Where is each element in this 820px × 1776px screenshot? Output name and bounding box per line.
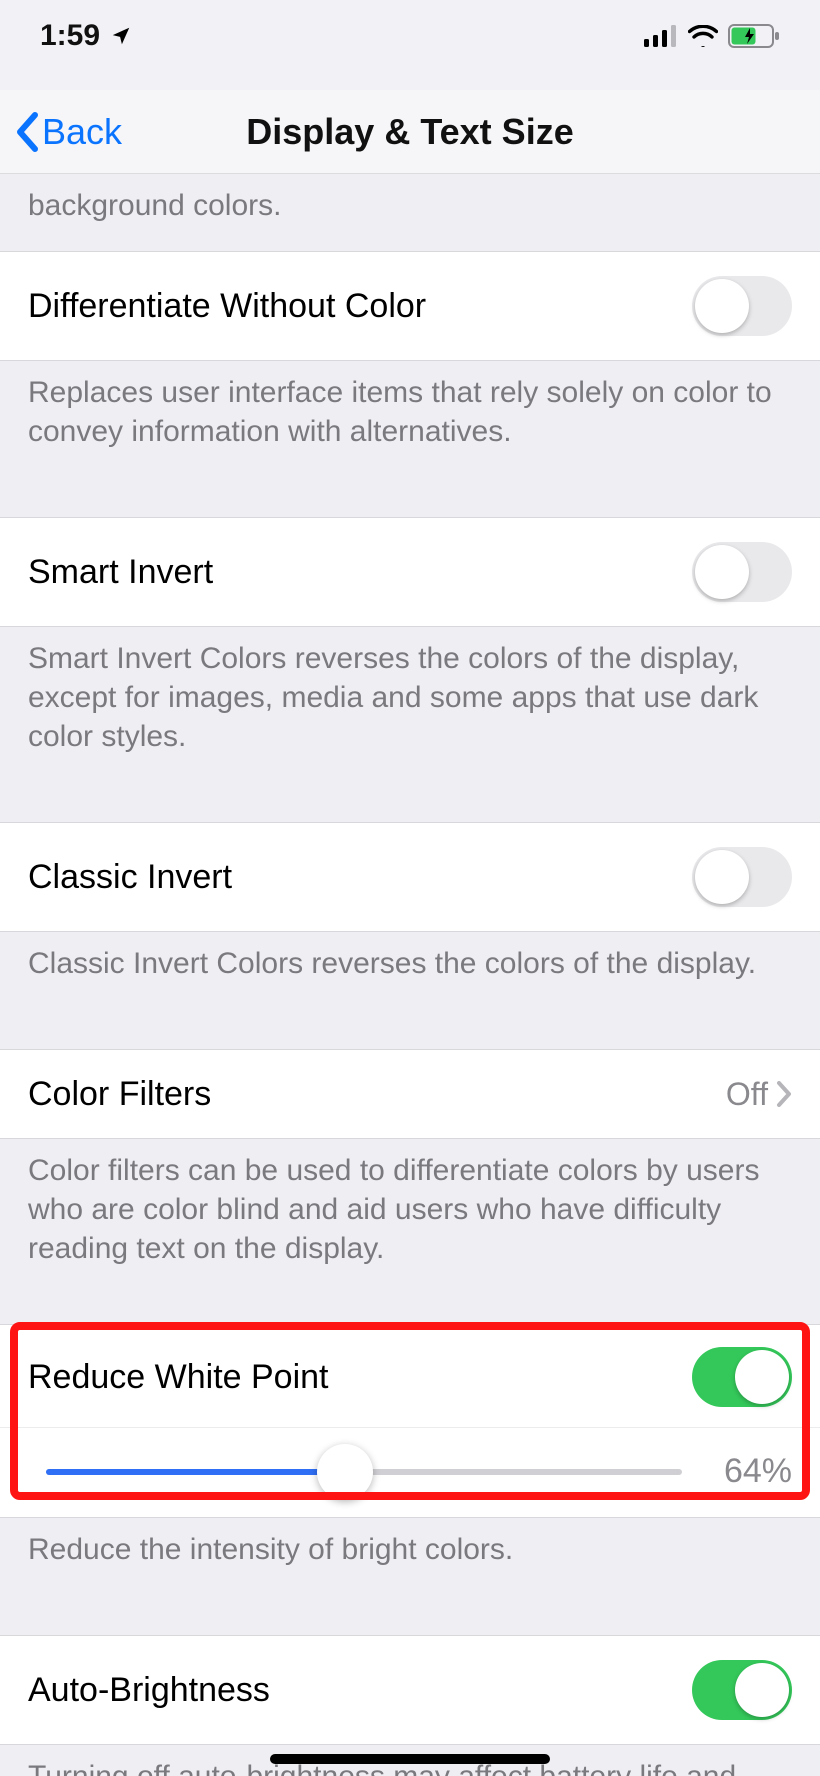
status-right: [644, 24, 780, 48]
auto-brightness-label: Auto-Brightness: [28, 1671, 270, 1710]
differentiate-without-color-toggle[interactable]: [692, 276, 792, 336]
classic-invert-footer: Classic Invert Colors reverses the color…: [0, 932, 820, 1009]
navigation-bar: Back Display & Text Size: [0, 90, 820, 174]
differentiate-without-color-cell: Differentiate Without Color: [0, 251, 820, 361]
status-time: 1:59: [40, 19, 100, 53]
color-filters-cell[interactable]: Color Filters Off: [0, 1049, 820, 1139]
chevron-left-icon: [14, 112, 40, 152]
reduce-white-point-cell: Reduce White Point: [0, 1324, 820, 1427]
reduce-white-point-slider[interactable]: [46, 1469, 682, 1475]
color-filters-value: Off: [726, 1076, 768, 1113]
reduce-white-point-percent: 64%: [702, 1452, 792, 1491]
status-bar: 1:59: [0, 0, 820, 72]
reduce-white-point-label: Reduce White Point: [28, 1358, 329, 1397]
reduce-white-point-slider-row: 64%: [0, 1427, 820, 1518]
home-indicator[interactable]: [270, 1754, 550, 1764]
differentiate-without-color-footer: Replaces user interface items that rely …: [0, 361, 820, 477]
back-button[interactable]: Back: [0, 111, 122, 153]
reduce-white-point-toggle[interactable]: [692, 1347, 792, 1407]
classic-invert-toggle[interactable]: [692, 847, 792, 907]
color-filters-footer: Color filters can be used to differentia…: [0, 1139, 820, 1294]
smart-invert-footer: Smart Invert Colors reverses the colors …: [0, 627, 820, 782]
smart-invert-cell: Smart Invert: [0, 517, 820, 627]
wifi-icon: [688, 25, 718, 47]
reduce-white-point-section: Reduce White Point 64%: [0, 1324, 820, 1518]
smart-invert-toggle[interactable]: [692, 542, 792, 602]
slider-fill: [46, 1469, 345, 1475]
auto-brightness-toggle[interactable]: [692, 1660, 792, 1720]
cellular-signal-icon: [644, 25, 678, 47]
settings-content[interactable]: background colors. Differentiate Without…: [0, 174, 820, 1776]
color-filters-value-wrap: Off: [726, 1076, 792, 1113]
smart-invert-label: Smart Invert: [28, 553, 213, 592]
differentiate-without-color-label: Differentiate Without Color: [28, 287, 426, 326]
classic-invert-label: Classic Invert: [28, 858, 232, 897]
classic-invert-cell: Classic Invert: [0, 822, 820, 932]
back-label: Back: [42, 111, 122, 153]
chevron-right-icon: [776, 1081, 792, 1107]
status-left: 1:59: [40, 19, 132, 53]
slider-thumb[interactable]: [317, 1444, 373, 1500]
color-filters-label: Color Filters: [28, 1075, 211, 1114]
location-services-icon: [110, 25, 132, 47]
auto-brightness-cell: Auto-Brightness: [0, 1635, 820, 1745]
reduce-white-point-footer: Reduce the intensity of bright colors.: [0, 1518, 820, 1595]
page-title: Display & Text Size: [0, 111, 820, 153]
battery-charging-icon: [728, 24, 780, 48]
truncated-prior-footer: background colors.: [0, 174, 820, 251]
